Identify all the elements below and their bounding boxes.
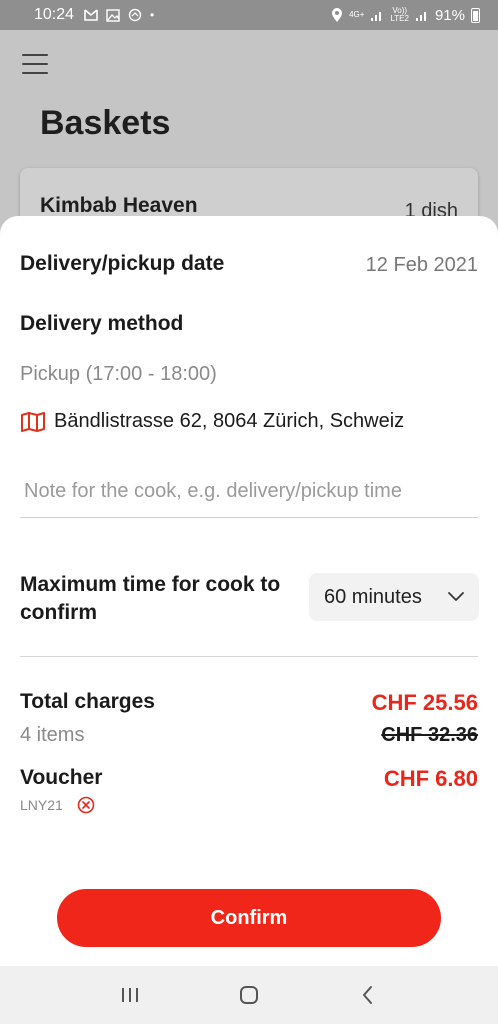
- date-label: Delivery/pickup date: [20, 252, 225, 275]
- confirm-time-select[interactable]: 60 minutes: [309, 573, 479, 621]
- remove-voucher-icon[interactable]: [77, 796, 95, 814]
- confirm-time-label: Maximum time for cook to confirm: [20, 573, 281, 624]
- map-icon: [21, 411, 45, 432]
- date-row[interactable]: Delivery/pickup date 12 Feb 2021: [20, 252, 478, 282]
- items-count: 4 items: [20, 724, 85, 746]
- dot-icon: •: [150, 8, 155, 22]
- notification-icons: •: [84, 8, 154, 22]
- voucher-code: LNY21: [20, 797, 63, 813]
- confirm-time-value: 60 minutes: [324, 585, 422, 608]
- sync-icon: [128, 8, 142, 22]
- address-row[interactable]: Bändlistrasse 62, 8064 Zürich, Schweiz: [20, 410, 478, 433]
- location-icon: [332, 7, 343, 22]
- method-row: Delivery method: [20, 312, 478, 336]
- status-right: 4G+ Vo)) LTE2 91%: [331, 7, 480, 24]
- image-icon: [106, 8, 120, 22]
- battery-percent: 91%: [434, 6, 465, 24]
- method-value: Pickup (17:00 - 18:00): [20, 363, 217, 385]
- lte-label: LTE2: [390, 14, 409, 23]
- gmail-icon: [84, 9, 98, 21]
- hamburger-menu-icon[interactable]: [22, 54, 48, 74]
- original-price: CHF 32.36: [381, 724, 478, 746]
- network-indicator: 4G+: [349, 11, 364, 19]
- home-icon[interactable]: [237, 983, 261, 1007]
- total-price: CHF 25.56: [371, 690, 478, 715]
- method-value-row[interactable]: Pickup (17:00 - 18:00): [20, 363, 478, 386]
- status-time: 10:24: [34, 6, 75, 23]
- total-row: Total charges CHF 25.56: [20, 690, 478, 720]
- volte-indicator: Vo)) LTE2: [390, 7, 409, 23]
- battery-icon: [471, 7, 480, 23]
- status-bar: 10:24 • 4G+ Vo)) LTE2 91%: [0, 0, 498, 30]
- confirm-button[interactable]: Confirm: [57, 889, 441, 947]
- page-title: Baskets: [40, 104, 171, 142]
- voucher-amount: CHF 6.80: [383, 766, 478, 791]
- total-label: Total charges: [20, 690, 155, 713]
- network-type: 4G+: [349, 10, 365, 19]
- basket-card-name: Kimbab Heaven: [40, 194, 198, 217]
- system-nav-bar: [0, 966, 498, 1024]
- signal-icon: [371, 11, 382, 21]
- checkout-sheet: Delivery/pickup date 12 Feb 2021 Deliver…: [0, 216, 498, 966]
- back-icon[interactable]: [356, 983, 380, 1007]
- divider: [20, 656, 478, 657]
- method-label: Delivery method: [20, 312, 184, 335]
- date-value: 12 Feb 2021: [365, 254, 478, 276]
- voucher-label: Voucher: [20, 766, 103, 789]
- signal-icon: [415, 11, 426, 21]
- address-text: Bändlistrasse 62, 8064 Zürich, Schweiz: [54, 410, 405, 432]
- items-row: 4 items CHF 32.36: [20, 724, 478, 750]
- chevron-down-icon: [448, 592, 464, 601]
- voucher-row: Voucher CHF 6.80: [20, 766, 478, 796]
- recent-apps-icon[interactable]: [118, 983, 142, 1007]
- cook-note-input[interactable]: [20, 466, 478, 518]
- voucher-code-row: LNY21: [20, 796, 478, 814]
